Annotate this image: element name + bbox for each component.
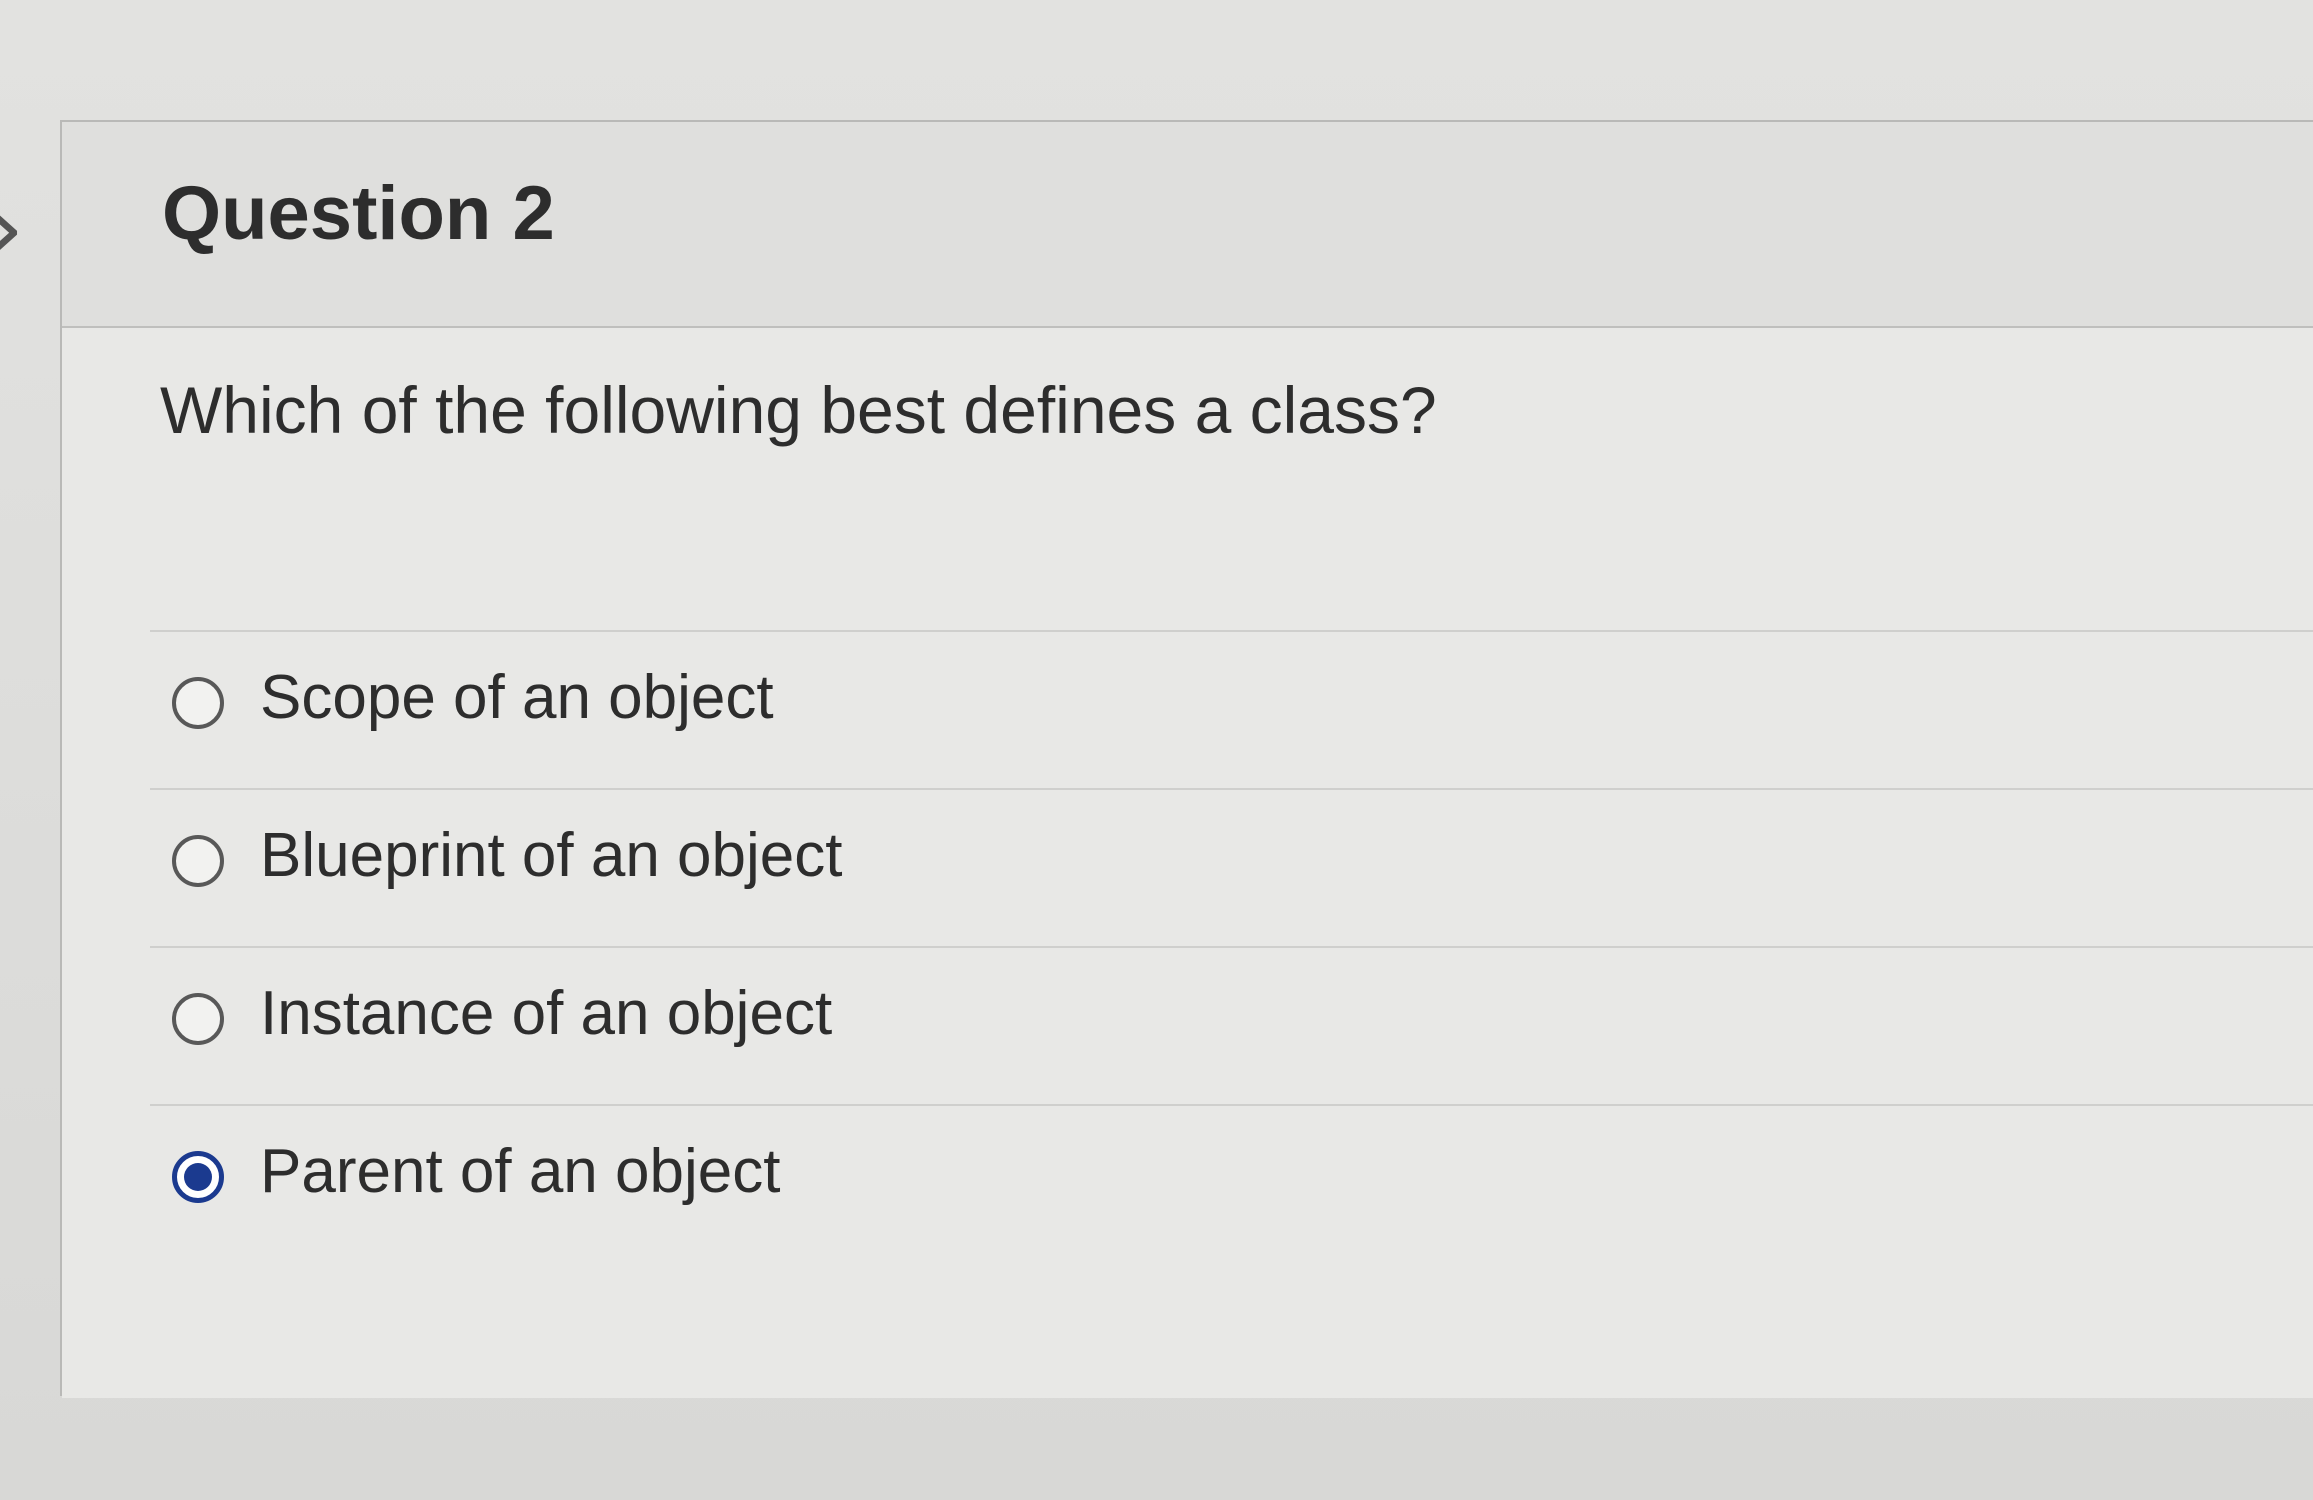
answer-option-blueprint[interactable]: Blueprint of an object [150,788,2313,946]
answer-label: Parent of an object [260,1137,781,1206]
question-header: Question 2 [62,122,2313,328]
question-title: Question 2 [162,171,555,256]
radio-button-icon[interactable] [172,993,224,1045]
answer-option-scope[interactable]: Scope of an object [150,630,2313,788]
radio-button-icon[interactable] [172,835,224,887]
answer-label: Blueprint of an object [260,821,843,890]
answer-option-parent[interactable]: Parent of an object [150,1104,2313,1262]
radio-button-selected-icon[interactable] [172,1151,224,1203]
answer-list: Scope of an object Blueprint of an objec… [150,630,2313,1262]
question-prompt: Which of the following best defines a cl… [160,373,1437,447]
chevron-right-icon[interactable]: › [0,178,40,278]
radio-button-icon[interactable] [172,677,224,729]
answer-option-instance[interactable]: Instance of an object [150,946,2313,1104]
question-card: Question 2 Which of the following best d… [60,120,2313,1398]
answer-label: Instance of an object [260,979,833,1048]
answer-label: Scope of an object [260,663,774,732]
